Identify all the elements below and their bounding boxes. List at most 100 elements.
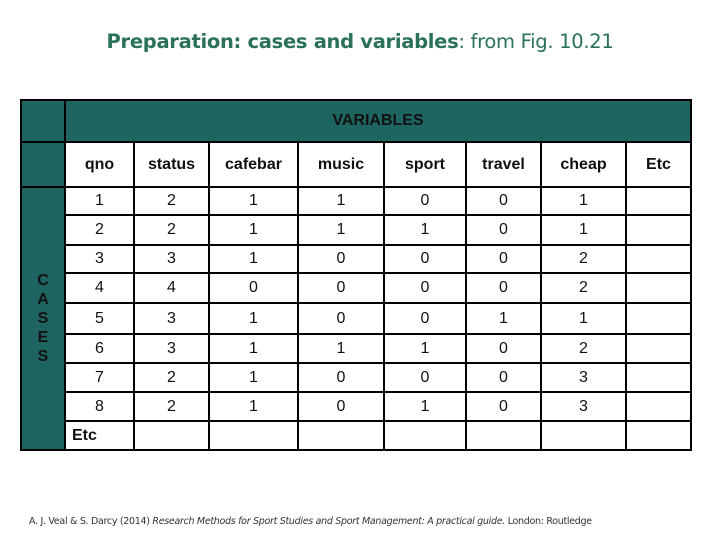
table-row: 4 4 0 0 0 0 2 xyxy=(21,272,692,304)
table-cell xyxy=(540,420,627,451)
cases-letter: A xyxy=(37,291,49,308)
table-cell: 0 xyxy=(297,362,385,393)
table-cell xyxy=(297,420,385,451)
table-cell: 5 xyxy=(64,302,135,335)
table-cell: 1 xyxy=(383,333,467,364)
table-cell: 1 xyxy=(208,186,299,216)
cases-letter: E xyxy=(37,329,49,346)
table-cell: 0 xyxy=(297,302,385,335)
table-cell: 2 xyxy=(133,214,210,246)
table-cell: 1 xyxy=(208,214,299,246)
column-header-qno: qno xyxy=(64,141,135,188)
variables-header: VARIABLES xyxy=(64,99,692,143)
corner-cell xyxy=(20,99,66,143)
row-header-blank xyxy=(20,141,66,188)
table-cell xyxy=(625,244,692,274)
table-cell: 0 xyxy=(383,272,467,304)
table-cell xyxy=(208,420,299,451)
column-header-cafebar: cafebar xyxy=(208,141,299,188)
table-cell: 1 xyxy=(208,302,299,335)
column-header-etc: Etc xyxy=(625,141,692,188)
table-cell: 0 xyxy=(383,244,467,274)
table-cell xyxy=(625,272,692,304)
table-cell: 0 xyxy=(465,214,542,246)
variables-header-row: VARIABLES xyxy=(20,99,692,143)
etc-row: Etc xyxy=(21,420,692,451)
table-cell xyxy=(625,333,692,364)
column-header-status: status xyxy=(133,141,210,188)
table-cell: 3 xyxy=(540,391,627,422)
cases-letter: S xyxy=(37,310,49,327)
table-row: 5 3 1 0 0 1 1 xyxy=(21,302,692,335)
table-cell: 2 xyxy=(133,391,210,422)
cases-letter: C xyxy=(37,272,49,289)
title-bold-part: Preparation: cases and variables xyxy=(106,30,459,53)
table-cell xyxy=(465,420,542,451)
citation: A. J. Veal & S. Darcy (2014) Research Me… xyxy=(29,516,592,527)
table-cell: 0 xyxy=(297,272,385,304)
table-cell: 1 xyxy=(208,244,299,274)
column-header-sport: sport xyxy=(383,141,467,188)
table-cell: 3 xyxy=(133,244,210,274)
table-cell: 4 xyxy=(133,272,210,304)
etc-row-label: Etc xyxy=(64,420,135,451)
table-row: 7 2 1 0 0 0 3 xyxy=(21,362,692,393)
table-cell: 0 xyxy=(383,302,467,335)
table-cell xyxy=(625,186,692,216)
table-cell: 0 xyxy=(297,391,385,422)
citation-publisher: London: Routledge xyxy=(504,516,592,527)
table-cell: 4 xyxy=(64,272,135,304)
table-cell xyxy=(625,420,692,451)
table-cell: 8 xyxy=(64,391,135,422)
table-cell: 2 xyxy=(64,214,135,246)
table-cell xyxy=(383,420,467,451)
cases-letter: S xyxy=(37,348,49,365)
table-cell: 0 xyxy=(383,362,467,393)
cases-variables-table: VARIABLES qno status cafebar music sport… xyxy=(20,99,692,451)
cases-label: C A S E S xyxy=(20,186,66,451)
table-cell: 2 xyxy=(540,333,627,364)
table-cell: 1 xyxy=(465,302,542,335)
table-cell xyxy=(625,214,692,246)
table-cell: 1 xyxy=(208,333,299,364)
table-cell: 0 xyxy=(465,186,542,216)
column-header-travel: travel xyxy=(465,141,542,188)
table-cell: 1 xyxy=(297,186,385,216)
column-header-music: music xyxy=(297,141,385,188)
table-cell: 2 xyxy=(133,362,210,393)
table-cell: 0 xyxy=(208,272,299,304)
table-cell: 0 xyxy=(465,391,542,422)
table-cell: 2 xyxy=(540,244,627,274)
title-rest-part: : from Fig. 10.21 xyxy=(458,30,614,53)
table-row: 6 3 1 1 1 0 2 xyxy=(21,333,692,364)
table-cell: 3 xyxy=(133,302,210,335)
table-cell: 1 xyxy=(383,391,467,422)
table-cell: 3 xyxy=(540,362,627,393)
table-cell: 1 xyxy=(297,214,385,246)
table-cell: 1 xyxy=(208,362,299,393)
table-cell xyxy=(133,420,210,451)
column-header-cheap: cheap xyxy=(540,141,627,188)
table-cell: 2 xyxy=(133,186,210,216)
table-cell: 1 xyxy=(540,214,627,246)
column-header-row: qno status cafebar music sport travel ch… xyxy=(20,141,692,188)
table-cell: 1 xyxy=(540,186,627,216)
table-cell: 0 xyxy=(465,244,542,274)
table-cell: 0 xyxy=(383,186,467,216)
table-row: 3 3 1 0 0 0 2 xyxy=(21,244,692,274)
table-cell: 1 xyxy=(297,333,385,364)
table-cell: 3 xyxy=(133,333,210,364)
table-cell: 0 xyxy=(465,272,542,304)
table-cell: 1 xyxy=(64,186,135,216)
table-cell: 1 xyxy=(208,391,299,422)
table-cell: 0 xyxy=(465,362,542,393)
table-row: C A S E S 1 2 1 1 0 0 1 xyxy=(20,186,692,451)
table-cell: 0 xyxy=(465,333,542,364)
table-cell: 0 xyxy=(297,244,385,274)
table-cell xyxy=(625,302,692,335)
table-cell xyxy=(625,391,692,422)
table-cell: 2 xyxy=(540,272,627,304)
citation-book-title: Research Methods for Sport Studies and S… xyxy=(152,516,505,527)
table-row: 2 2 1 1 1 0 1 xyxy=(21,214,692,246)
table-cell: 1 xyxy=(383,214,467,246)
